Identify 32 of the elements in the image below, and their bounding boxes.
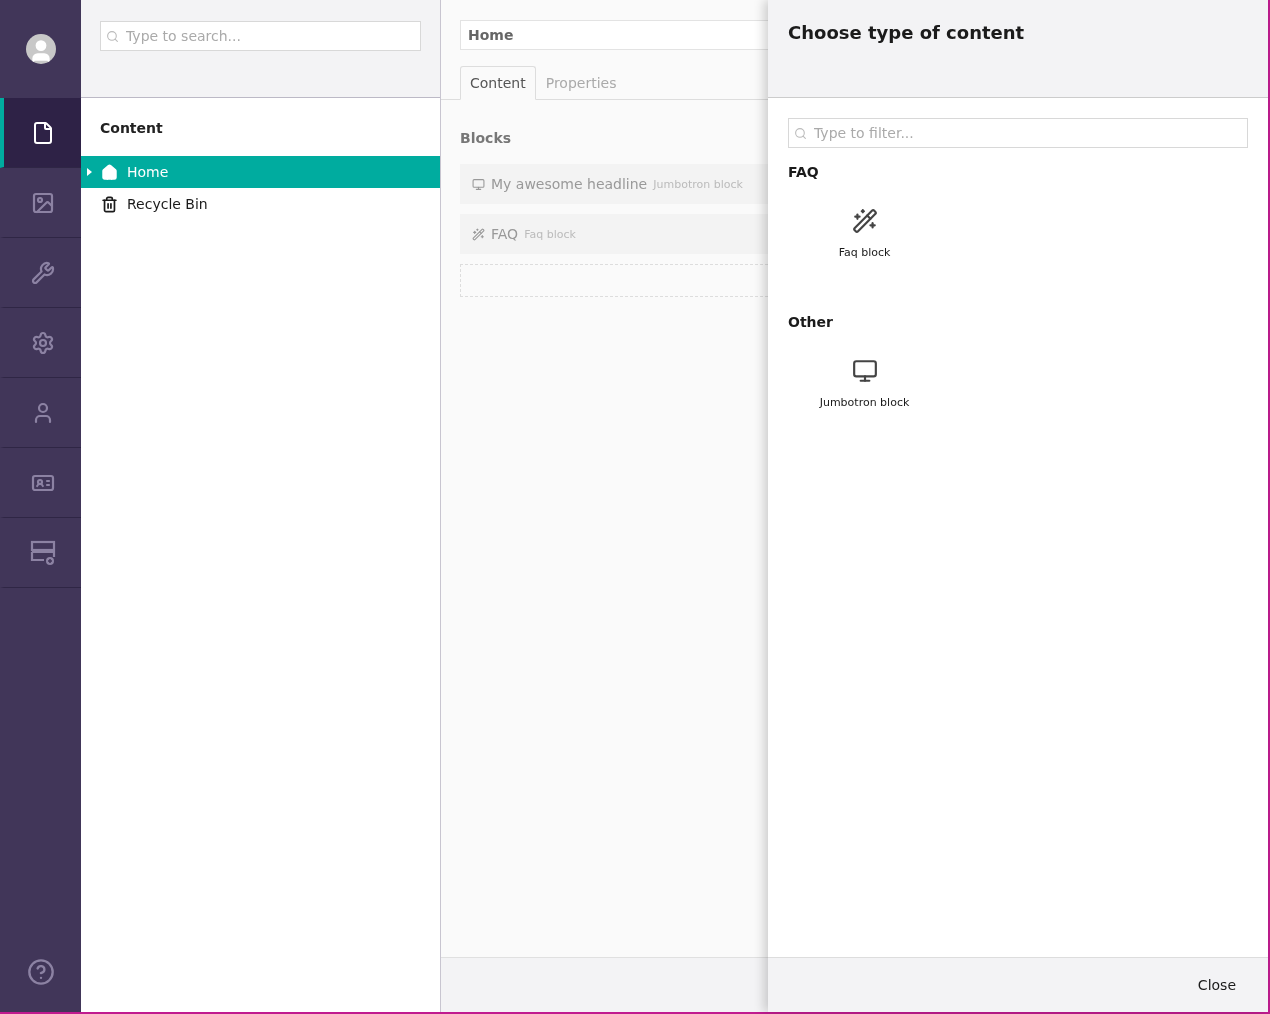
name-field[interactable]: Home	[460, 20, 768, 50]
group-name: FAQ	[788, 164, 820, 180]
search-field[interactable]: Type to search...	[100, 21, 421, 51]
content-type[interactable]: Faq block	[788, 198, 941, 268]
search-icon	[794, 127, 807, 140]
block-title: FAQ	[491, 226, 519, 242]
settings-icon	[30, 330, 55, 355]
block-title: My awesome headline	[491, 176, 648, 192]
dialog-title: Choose type of content	[788, 22, 1026, 43]
content-type[interactable]: Jumbotron block	[788, 348, 941, 418]
magic-wand-icon	[472, 227, 485, 241]
trash-icon	[101, 195, 118, 213]
group-name: Other	[788, 314, 834, 330]
search-icon	[106, 30, 119, 43]
magic-wand-icon	[851, 207, 878, 234]
block-type: Jumbotron block	[653, 177, 743, 191]
wrench-icon	[30, 260, 55, 285]
server-plus-icon	[29, 539, 56, 566]
help-icon[interactable]	[26, 958, 55, 986]
monitor-icon	[472, 177, 485, 191]
avatar-icon[interactable]	[25, 34, 56, 64]
tab[interactable]: Content	[460, 66, 536, 100]
house-icon	[101, 163, 118, 181]
filter-field[interactable]: Type to filter...	[788, 118, 1248, 148]
tree-heading: Content	[99, 119, 164, 138]
group-label: Blocks	[460, 130, 513, 146]
image-icon	[30, 190, 55, 215]
tree-item[interactable]: Recycle Bin	[81, 188, 440, 220]
monitor-icon	[851, 357, 878, 384]
nav-section[interactable]	[0, 98, 81, 168]
block-type: Faq block	[524, 227, 576, 241]
close-button[interactable]: Close	[1185, 971, 1248, 999]
